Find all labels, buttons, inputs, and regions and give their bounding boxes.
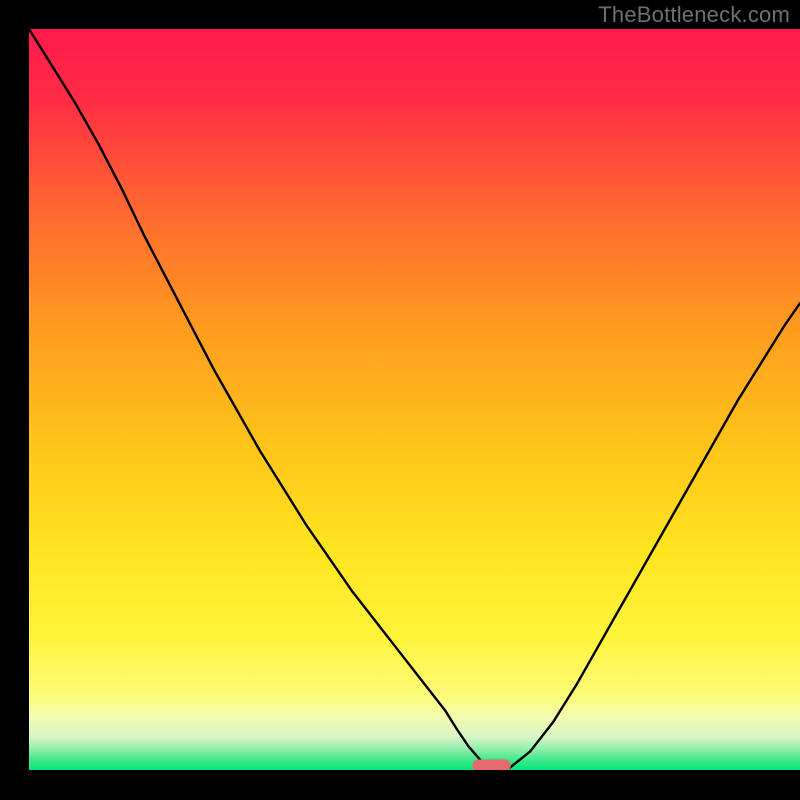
- optimal-marker: [472, 760, 511, 770]
- chart-frame: TheBottleneck.com: [0, 0, 800, 800]
- watermark-text: TheBottleneck.com: [598, 2, 790, 28]
- chart-plot-area: [29, 29, 800, 770]
- gradient-background: [29, 29, 800, 770]
